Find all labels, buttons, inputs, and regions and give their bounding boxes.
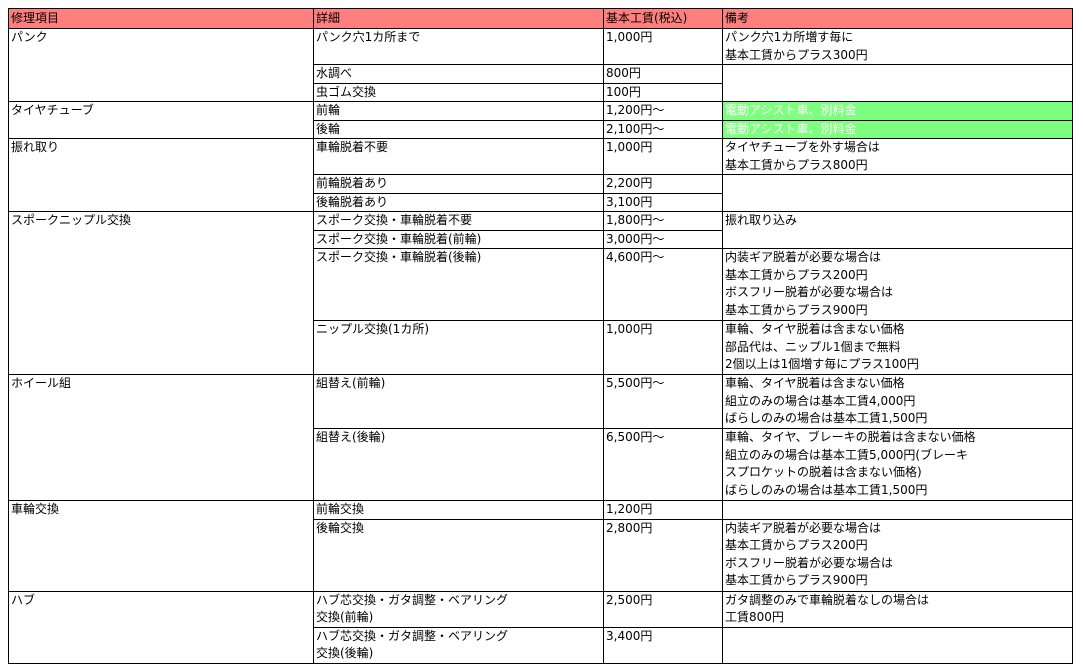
cell-price[interactable]: 1,800円〜 bbox=[603, 211, 723, 231]
cell-price[interactable]: 6,500円〜 bbox=[603, 428, 723, 501]
cell-detail[interactable]: 組替え(前輪) bbox=[313, 374, 604, 429]
cell-price[interactable]: 100円 bbox=[603, 82, 723, 102]
cell-note[interactable]: 振れ取り込み bbox=[722, 211, 1073, 249]
cell-price[interactable]: 3,000円〜 bbox=[603, 229, 723, 249]
header-detail[interactable]: 詳細 bbox=[313, 8, 604, 29]
cell-note[interactable]: 車輪、タイヤ脱着は含まない価格 組立のみの場合は基本工賃4,000円 ばらしのみ… bbox=[722, 374, 1073, 429]
cell-detail[interactable]: スポーク交換・車輪脱着不要 bbox=[313, 211, 604, 231]
cell-item[interactable]: パンク bbox=[8, 28, 314, 102]
cell-note[interactable]: 電動アシスト車、別料金 bbox=[722, 101, 1073, 121]
cell-detail[interactable]: 後輪 bbox=[313, 119, 604, 139]
header-row: 修理項目 詳細 基本工賃(税込) 備考 bbox=[8, 8, 1073, 29]
table-body: パンク パンク穴1カ所まで 1,000円 パンク穴1カ所増す毎に 基本工賃からプラス3… bbox=[8, 28, 1073, 664]
cell-note[interactable]: 車輪、タイヤ脱着は含まない価格 部品代は、ニップル1個まで無料 2個以上は1個増… bbox=[722, 320, 1073, 375]
cell-item[interactable]: 車輪交換 bbox=[8, 500, 314, 592]
header-item[interactable]: 修理項目 bbox=[8, 8, 314, 29]
table-row: ハブ ハブ芯交換・ガタ調整・ベアリング 交換(前輪) 2,500円 ガタ調整のみで車輪… bbox=[8, 590, 1073, 664]
cell-price[interactable]: 1,000円 bbox=[603, 28, 723, 65]
cell-detail[interactable]: 前輪交換 bbox=[313, 500, 604, 520]
cell-detail[interactable]: ハブ芯交換・ガタ調整・ベアリング 交換(後輪) bbox=[313, 626, 604, 664]
cell-detail[interactable]: スポーク交換・車輪脱着(後輪) bbox=[313, 248, 604, 321]
cell-price[interactable]: 1,200円 bbox=[603, 500, 723, 520]
cell-note[interactable] bbox=[722, 500, 1073, 520]
header-note[interactable]: 備考 bbox=[722, 8, 1073, 29]
cell-note[interactable]: 内装ギア脱着が必要な場合は 基本工賃からプラス200円 ボスフリー脱着が必要な場… bbox=[722, 518, 1073, 592]
cell-price[interactable]: 4,600円〜 bbox=[603, 248, 723, 321]
table-row: タイヤチューブ 前輪 1,200円〜 電動アシスト車、別料金 bbox=[8, 101, 1073, 139]
cell-item[interactable]: 振れ取り bbox=[8, 138, 314, 212]
cell-price[interactable]: 2,800円 bbox=[603, 518, 723, 592]
cell-price[interactable]: 3,400円 bbox=[603, 626, 723, 664]
cell-item[interactable]: ホイール組 bbox=[8, 374, 314, 501]
table-row: パンク パンク穴1カ所まで 1,000円 パンク穴1カ所増す毎に 基本工賃からプラス3… bbox=[8, 28, 1073, 102]
cell-detail[interactable]: 後輪脱着あり bbox=[313, 192, 604, 212]
cell-price[interactable]: 1,000円 bbox=[603, 320, 723, 375]
repair-price-table: 修理項目 詳細 基本工賃(税込) 備考 パンク パンク穴1カ所まで 1,000円 パン… bbox=[8, 8, 1073, 664]
header-price[interactable]: 基本工賃(税込) bbox=[603, 8, 723, 29]
cell-price[interactable]: 3,100円 bbox=[603, 192, 723, 212]
cell-note[interactable]: パンク穴1カ所増す毎に 基本工賃からプラス300円 bbox=[722, 28, 1073, 65]
cell-detail[interactable]: 組替え(後輪) bbox=[313, 428, 604, 501]
cell-note[interactable]: タイヤチューブを外す場合は 基本工賃からプラス800円 bbox=[722, 138, 1073, 175]
cell-price[interactable]: 1,200円〜 bbox=[603, 101, 723, 121]
table-row: 車輪交換 前輪交換 1,200円 bbox=[8, 500, 1073, 592]
cell-price[interactable]: 5,500円〜 bbox=[603, 374, 723, 429]
cell-detail[interactable]: スポーク交換・車輪脱着(前輪) bbox=[313, 229, 604, 249]
cell-item[interactable]: ハブ bbox=[8, 590, 314, 664]
cell-detail[interactable]: 水調べ bbox=[313, 64, 604, 84]
cell-note[interactable] bbox=[722, 64, 1073, 102]
cell-note[interactable]: 電動アシスト車、別料金 bbox=[722, 119, 1073, 139]
cell-detail[interactable]: 後輪交換 bbox=[313, 518, 604, 592]
cell-detail[interactable]: 虫ゴム交換 bbox=[313, 82, 604, 102]
cell-price[interactable]: 2,100円〜 bbox=[603, 119, 723, 139]
cell-detail[interactable]: 前輪脱着あり bbox=[313, 174, 604, 194]
table-row: スポークニップル交換 スポーク交換・車輪脱着不要 1,800円〜 振れ取り込み bbox=[8, 211, 1073, 375]
cell-note[interactable] bbox=[722, 626, 1073, 664]
cell-note[interactable]: 車輪、タイヤ、ブレーキの脱着は含まない価格 組立のみの場合は基本工賃5,000円… bbox=[722, 428, 1073, 501]
cell-detail[interactable]: ニップル交換(1カ所) bbox=[313, 320, 604, 375]
cell-note[interactable]: ガタ調整のみで車輪脱着なしの場合は 工賃800円 bbox=[722, 590, 1073, 628]
cell-price[interactable]: 2,200円 bbox=[603, 174, 723, 194]
cell-detail[interactable]: 車輪脱着不要 bbox=[313, 138, 604, 175]
cell-item[interactable]: タイヤチューブ bbox=[8, 101, 314, 139]
cell-detail[interactable]: ハブ芯交換・ガタ調整・ベアリング 交換(前輪) bbox=[313, 590, 604, 628]
cell-price[interactable]: 800円 bbox=[603, 64, 723, 84]
cell-note[interactable]: 内装ギア脱着が必要な場合は 基本工賃からプラス200円 ボスフリー脱着が必要な場… bbox=[722, 248, 1073, 321]
cell-price[interactable]: 2,500円 bbox=[603, 590, 723, 628]
cell-price[interactable]: 1,000円 bbox=[603, 138, 723, 175]
table-row: ホイール組 組替え(前輪) 5,500円〜 車輪、タイヤ脱着は含まない価格 組立のみの… bbox=[8, 374, 1073, 501]
cell-item[interactable]: スポークニップル交換 bbox=[8, 211, 314, 375]
table-row: 振れ取り 車輪脱着不要 1,000円 タイヤチューブを外す場合は 基本工賃からプラス8… bbox=[8, 138, 1073, 212]
cell-note[interactable] bbox=[722, 174, 1073, 212]
cell-detail[interactable]: 前輪 bbox=[313, 101, 604, 121]
cell-detail[interactable]: パンク穴1カ所まで bbox=[313, 28, 604, 65]
